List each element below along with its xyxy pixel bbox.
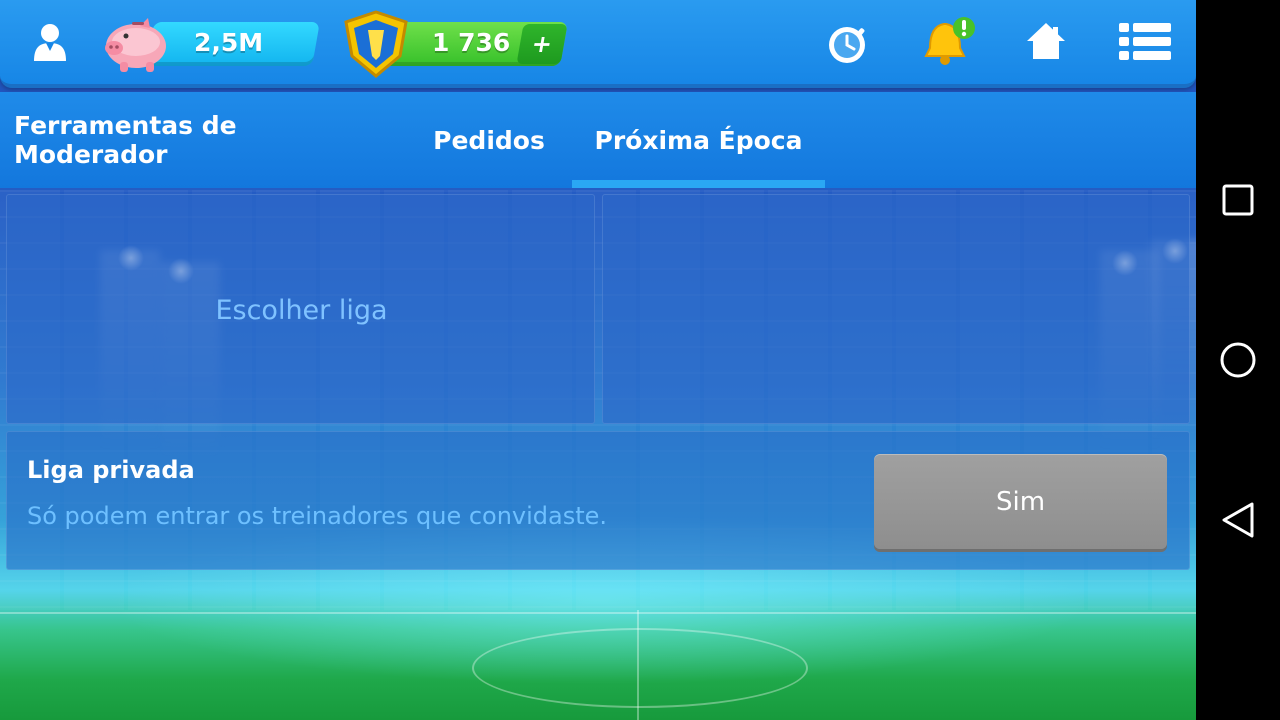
tab-bar: Ferramentas de Moderador Pedidos Próxima… [0, 92, 1196, 188]
pitch-touchline [0, 612, 1196, 614]
tab-moderator-tools[interactable]: Ferramentas de Moderador [14, 92, 392, 188]
back-triangle-icon[interactable] [1212, 494, 1264, 546]
android-navigation-bar [1196, 0, 1280, 720]
recents-square-icon[interactable] [1212, 174, 1264, 226]
clock-icon[interactable] [824, 22, 870, 68]
manager-icon[interactable] [28, 20, 72, 64]
choose-league-panel[interactable]: Escolher liga [6, 194, 595, 424]
private-league-panel: Liga privada Só podem entrar os treinado… [6, 431, 1190, 570]
add-coins-button[interactable]: + [516, 24, 568, 64]
menu-icon[interactable] [1118, 20, 1172, 62]
tab-requests[interactable]: Pedidos [414, 92, 564, 188]
bell-icon[interactable] [920, 14, 980, 68]
private-league-title: Liga privada [27, 456, 195, 484]
private-league-toggle-button[interactable]: Sim [874, 454, 1167, 549]
private-league-description: Só podem entrar os treinadores que convi… [27, 502, 608, 530]
pitch-center-circle [472, 628, 808, 708]
home-icon[interactable] [1024, 20, 1068, 62]
money-value: 2,5M [194, 28, 264, 57]
active-tab-indicator [572, 180, 825, 188]
home-circle-icon[interactable] [1212, 334, 1264, 386]
coins-value: 1 736 [432, 28, 511, 57]
piggy-bank-icon [100, 14, 172, 76]
top-bar: 2,5M 1 736 + [0, 0, 1196, 88]
shield-icon [340, 8, 412, 80]
tab-next-season[interactable]: Próxima Época [572, 92, 825, 188]
league-detail-panel [602, 194, 1190, 424]
game-screen: 2,5M 1 736 + Ferramentas de Moderador Pe… [0, 0, 1196, 720]
choose-league-label: Escolher liga [215, 294, 388, 326]
